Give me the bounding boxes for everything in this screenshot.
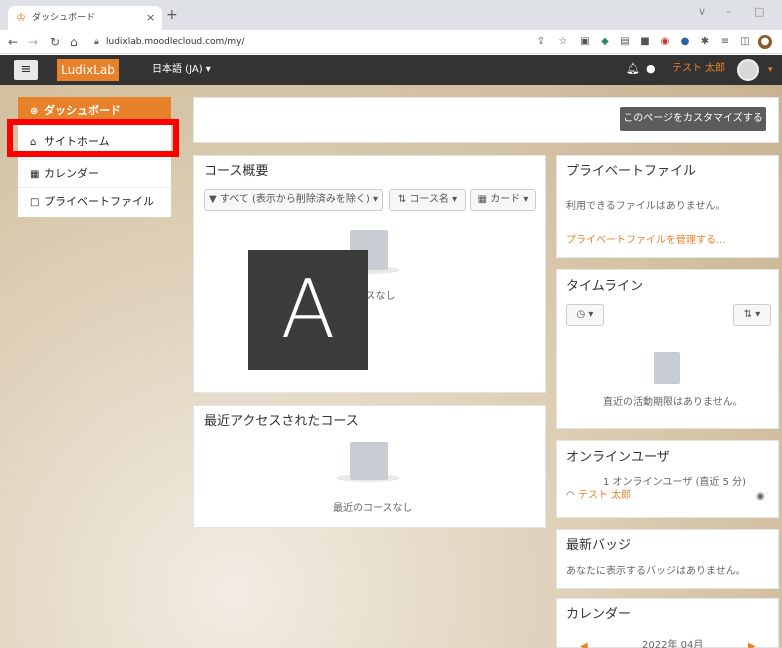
badges-empty: あなたに表示するバッジはありません。 bbox=[566, 566, 746, 577]
home-icon[interactable]: ⌂ bbox=[70, 34, 78, 50]
reading-list-icon[interactable]: ≡ bbox=[718, 35, 732, 49]
sidebar-item-label: プライベートファイル bbox=[44, 195, 154, 208]
profile-avatar-icon[interactable]: ● bbox=[758, 35, 772, 49]
highlight-box bbox=[7, 119, 179, 157]
user-menu-caret-icon[interactable]: ▾ bbox=[768, 63, 773, 77]
file-icon: □ bbox=[30, 197, 40, 208]
online-users-title: オンラインユーザ bbox=[566, 450, 670, 465]
minimize-button[interactable]: – bbox=[726, 5, 732, 19]
site-brand[interactable]: LudixLab bbox=[57, 59, 119, 81]
extension-icon[interactable]: ● bbox=[678, 35, 692, 49]
timeline-title: タイムライン bbox=[566, 279, 644, 294]
puzzle-icon[interactable]: ✱ bbox=[698, 35, 712, 49]
forward-icon[interactable]: → bbox=[28, 34, 38, 50]
extension-icon[interactable]: ▤ bbox=[618, 35, 632, 49]
menu-toggle-button[interactable]: ≡ bbox=[14, 60, 38, 80]
sort-icon: ⇅ ▾ bbox=[743, 309, 761, 320]
calendar-icon: ▦ bbox=[30, 169, 40, 180]
sidebar-item-label: カレンダー bbox=[44, 167, 99, 180]
new-tab-button[interactable]: + bbox=[166, 7, 178, 23]
sort-icon: ⇅ bbox=[397, 194, 410, 205]
private-files-title: プライベートファイル bbox=[566, 164, 697, 179]
sidebar-item-calendar[interactable]: ▦ カレンダー bbox=[18, 159, 171, 187]
calendar-title: カレンダー bbox=[566, 607, 632, 622]
eye-icon[interactable]: ◉ bbox=[756, 490, 765, 504]
sidebar-item-label: ダッシュボード bbox=[44, 104, 121, 117]
tab-search-icon[interactable]: ∨ bbox=[698, 5, 706, 19]
browser-tab[interactable]: ♔ ダッシュボード × bbox=[8, 6, 162, 30]
recent-courses-title: 最近アクセスされたコース bbox=[204, 414, 359, 429]
online-user-link[interactable]: テスト 太郎 bbox=[578, 489, 631, 503]
filter-icon: ▼ bbox=[209, 194, 220, 205]
calendar-next-icon[interactable]: ▶ bbox=[748, 640, 756, 648]
course-sort-dropdown[interactable]: ⇅ コース名 ▾ bbox=[389, 189, 466, 211]
tab-close-icon[interactable]: × bbox=[146, 11, 155, 25]
moodle-favicon-icon: ♔ bbox=[16, 11, 26, 24]
evernote-icon[interactable]: ◆ bbox=[598, 35, 612, 49]
course-filter-dropdown[interactable]: ▼ すべて (表示から削除済みを除く) ▾ bbox=[204, 189, 383, 211]
empty-timeline-icon bbox=[654, 352, 680, 384]
online-users-count: 1 オンラインユーザ (直近 5 分) bbox=[603, 477, 747, 488]
sidebar-item-private-files[interactable]: □ プライベートファイル bbox=[18, 187, 171, 215]
overlay-letter-marker: A bbox=[248, 250, 368, 370]
user-name[interactable]: テスト 太郎 bbox=[672, 62, 725, 76]
empty-timeline-text: 直近の活動期限はありません。 bbox=[603, 397, 743, 408]
tab-title: ダッシュボード bbox=[32, 13, 96, 23]
manage-private-files-link[interactable]: プライベートファイルを管理する... bbox=[566, 234, 726, 248]
extension-icon[interactable]: ■ bbox=[638, 35, 652, 49]
share-icon[interactable]: ⇪ bbox=[534, 35, 548, 49]
calendar-month: 2022年 04月 bbox=[642, 640, 704, 648]
calendar-prev-icon[interactable]: ◀ bbox=[580, 640, 588, 648]
maximize-button[interactable]: □ bbox=[754, 5, 764, 19]
language-selector[interactable]: 日本語 (JA) ▾ bbox=[152, 63, 211, 77]
lock-icon: 🔒︎ bbox=[94, 37, 99, 47]
customize-page-button[interactable]: このページをカスタマイズする bbox=[620, 107, 766, 131]
course-overview-title: コース概要 bbox=[204, 164, 269, 179]
bookmark-star-icon[interactable]: ☆ bbox=[556, 35, 570, 49]
private-files-empty: 利用できるファイルはありません。 bbox=[566, 201, 726, 212]
notification-bell-icon[interactable]: 🔔︎ bbox=[626, 62, 640, 76]
user-avatar-icon: ◠ bbox=[566, 490, 575, 501]
extension-icon[interactable]: ▣ bbox=[578, 35, 592, 49]
timeline-sort-dropdown[interactable]: ⇅ ▾ bbox=[733, 304, 771, 326]
url-field[interactable]: ludixlab.moodlecloud.com/my/ bbox=[106, 35, 244, 49]
extension-icon[interactable]: ◉ bbox=[658, 35, 672, 49]
course-filter-label: すべて (表示から削除済みを除く) bbox=[219, 194, 370, 205]
empty-recent-icon bbox=[350, 442, 388, 480]
timeline-filter-dropdown[interactable]: ◷ ▾ bbox=[566, 304, 604, 326]
course-view-label: カード bbox=[490, 194, 521, 205]
side-panel-icon[interactable]: ◫ bbox=[738, 35, 752, 49]
clock-icon: ◷ ▾ bbox=[576, 309, 594, 320]
user-avatar[interactable] bbox=[737, 59, 759, 81]
badges-title: 最新バッジ bbox=[566, 538, 632, 553]
messages-icon[interactable]: ● bbox=[646, 62, 656, 76]
course-view-dropdown[interactable]: ▦ カード ▾ bbox=[470, 189, 536, 211]
course-sort-label: コース名 bbox=[409, 194, 449, 205]
reload-icon[interactable]: ↻ bbox=[50, 34, 60, 50]
card-view-icon: ▦ bbox=[477, 194, 491, 205]
empty-recent-text: 最近のコースなし bbox=[333, 503, 413, 514]
back-icon[interactable]: ← bbox=[8, 34, 18, 50]
